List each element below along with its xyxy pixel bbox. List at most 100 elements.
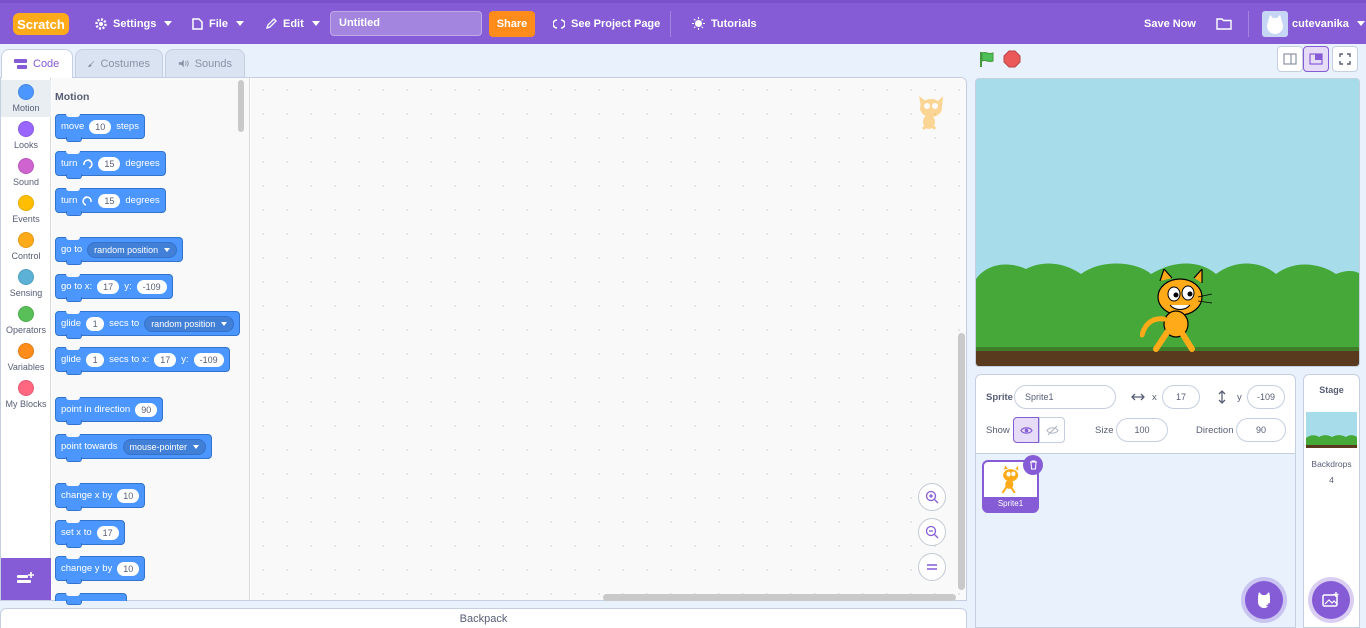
sprite-name-input[interactable]: Sprite1 bbox=[1014, 385, 1116, 409]
zoom-out-icon bbox=[925, 525, 939, 539]
hide-sprite-button[interactable] bbox=[1039, 417, 1065, 443]
zoom-out-button[interactable] bbox=[918, 518, 946, 546]
share-button[interactable]: Share bbox=[489, 11, 535, 37]
block-partial[interactable] bbox=[55, 593, 127, 605]
stage-canvas[interactable] bbox=[975, 78, 1360, 367]
block-glide-xy[interactable]: glide 1 secs to x: 17 y: -109 bbox=[55, 347, 230, 375]
category-variables[interactable]: Variables bbox=[1, 339, 51, 376]
rotate-left-icon bbox=[82, 196, 93, 206]
block-text: set x to bbox=[61, 527, 92, 538]
my-stuff-button[interactable] bbox=[1216, 3, 1232, 44]
block-go-to[interactable]: go to random position bbox=[55, 237, 184, 265]
category-dot bbox=[18, 121, 34, 137]
avatar[interactable] bbox=[1262, 11, 1288, 37]
block-input[interactable]: 10 bbox=[117, 488, 140, 503]
block-input[interactable]: 17 bbox=[97, 279, 120, 294]
palette-scrollbar[interactable] bbox=[238, 80, 244, 132]
choose-backdrop-button[interactable] bbox=[1312, 581, 1350, 619]
block-glide-to[interactable]: glide 1 secs to random position bbox=[55, 311, 241, 339]
script-area[interactable] bbox=[251, 78, 966, 600]
block-dropdown[interactable]: random position bbox=[87, 241, 178, 258]
vertical-arrows-icon bbox=[1218, 390, 1226, 404]
sprite-cat-icon bbox=[1001, 465, 1019, 494]
rotate-right-icon bbox=[83, 159, 93, 169]
size-input[interactable]: 100 bbox=[1116, 418, 1168, 442]
category-dot bbox=[18, 195, 34, 211]
category-operators[interactable]: Operators bbox=[1, 302, 51, 339]
block-input[interactable]: 1 bbox=[86, 316, 105, 331]
fullscreen-button[interactable] bbox=[1332, 46, 1358, 72]
green-flag-icon[interactable] bbox=[978, 50, 996, 68]
block-input[interactable]: 15 bbox=[98, 156, 121, 171]
block-dropdown[interactable]: mouse-pointer bbox=[122, 438, 207, 455]
backpack-panel[interactable]: Backpack bbox=[0, 608, 967, 628]
direction-input[interactable]: 90 bbox=[1236, 418, 1286, 442]
block-text: turn bbox=[61, 158, 78, 169]
settings-menu[interactable]: Settings bbox=[95, 3, 173, 44]
block-dropdown[interactable]: random position bbox=[144, 315, 235, 332]
block-turn-left[interactable]: turn 15 degrees bbox=[55, 188, 166, 216]
block-point-towards[interactable]: point towards mouse-pointer bbox=[55, 434, 213, 462]
sprite-name-label: Sprite bbox=[986, 392, 1013, 403]
block-input[interactable]: -109 bbox=[193, 352, 224, 367]
x-position-input[interactable]: 17 bbox=[1162, 385, 1200, 409]
block-text: turn bbox=[61, 195, 78, 206]
show-label: Show bbox=[986, 425, 1010, 436]
category-sound[interactable]: Sound bbox=[1, 154, 51, 191]
tutorials-button[interactable]: Tutorials bbox=[692, 3, 757, 44]
add-extension-button[interactable] bbox=[1, 558, 51, 600]
block-input[interactable]: 90 bbox=[135, 402, 158, 417]
block-go-to-xy[interactable]: go to x: 17 y: -109 bbox=[55, 274, 173, 302]
block-change-x[interactable]: change x by 10 bbox=[55, 483, 146, 511]
zoom-in-button[interactable] bbox=[918, 483, 946, 511]
block-input[interactable]: 10 bbox=[117, 561, 140, 576]
tab-code[interactable]: Code bbox=[1, 49, 73, 78]
edit-menu[interactable]: Edit bbox=[266, 3, 320, 44]
stop-icon[interactable] bbox=[1003, 50, 1021, 68]
block-text: secs to bbox=[109, 318, 140, 329]
backdrops-label: Backdrops bbox=[1311, 459, 1352, 469]
save-now-button[interactable]: Save Now bbox=[1144, 3, 1196, 44]
project-title-input[interactable]: Untitled bbox=[330, 11, 482, 36]
category-control[interactable]: Control bbox=[1, 228, 51, 265]
script-area-horizontal-scrollbar[interactable] bbox=[603, 594, 956, 601]
choose-sprite-button[interactable] bbox=[1245, 581, 1283, 619]
category-looks[interactable]: Looks bbox=[1, 117, 51, 154]
large-stage-button[interactable] bbox=[1303, 46, 1329, 72]
file-menu[interactable]: File bbox=[192, 3, 244, 44]
see-project-page-button[interactable]: See Project Page bbox=[553, 3, 660, 44]
category-events[interactable]: Events bbox=[1, 191, 51, 228]
block-input[interactable]: 17 bbox=[96, 525, 119, 540]
block-set-x[interactable]: set x to 17 bbox=[55, 520, 125, 548]
y-position-input[interactable]: -109 bbox=[1247, 385, 1285, 409]
equals-icon bbox=[927, 564, 937, 570]
category-sensing[interactable]: Sensing bbox=[1, 265, 51, 302]
block-input[interactable]: 10 bbox=[89, 119, 112, 134]
zoom-reset-button[interactable] bbox=[918, 553, 946, 581]
add-sprite-icon bbox=[1258, 592, 1272, 608]
dropdown-value: random position bbox=[94, 244, 159, 255]
tab-costumes[interactable]: Costumes bbox=[75, 49, 163, 77]
delete-sprite-button[interactable] bbox=[1023, 455, 1043, 475]
trash-icon bbox=[1029, 460, 1037, 470]
block-point-direction[interactable]: point in direction 90 bbox=[55, 397, 164, 425]
block-text: steps bbox=[116, 121, 139, 132]
block-input[interactable]: -109 bbox=[136, 279, 167, 294]
block-input[interactable]: 17 bbox=[154, 352, 177, 367]
tab-sounds[interactable]: Sounds bbox=[165, 49, 245, 77]
show-sprite-button[interactable] bbox=[1013, 417, 1039, 443]
scratch-logo[interactable]: Scratch bbox=[13, 13, 69, 35]
category-my-blocks[interactable]: My Blocks bbox=[1, 376, 51, 413]
chevron-down-icon bbox=[164, 21, 173, 26]
category-motion[interactable]: Motion bbox=[1, 80, 51, 117]
account-menu[interactable]: cutevanika bbox=[1292, 3, 1365, 44]
block-turn-right[interactable]: turn 15 degrees bbox=[55, 151, 166, 179]
category-label: Operators bbox=[5, 325, 47, 335]
backdrop-thumbnail[interactable] bbox=[1306, 412, 1357, 448]
small-stage-button[interactable] bbox=[1277, 46, 1303, 72]
block-input[interactable]: 1 bbox=[86, 352, 105, 367]
block-input[interactable]: 15 bbox=[98, 193, 121, 208]
block-change-y[interactable]: change y by 10 bbox=[55, 556, 146, 584]
block-move-steps[interactable]: move 10 steps bbox=[55, 114, 145, 142]
script-area-vertical-scrollbar[interactable] bbox=[958, 333, 965, 590]
